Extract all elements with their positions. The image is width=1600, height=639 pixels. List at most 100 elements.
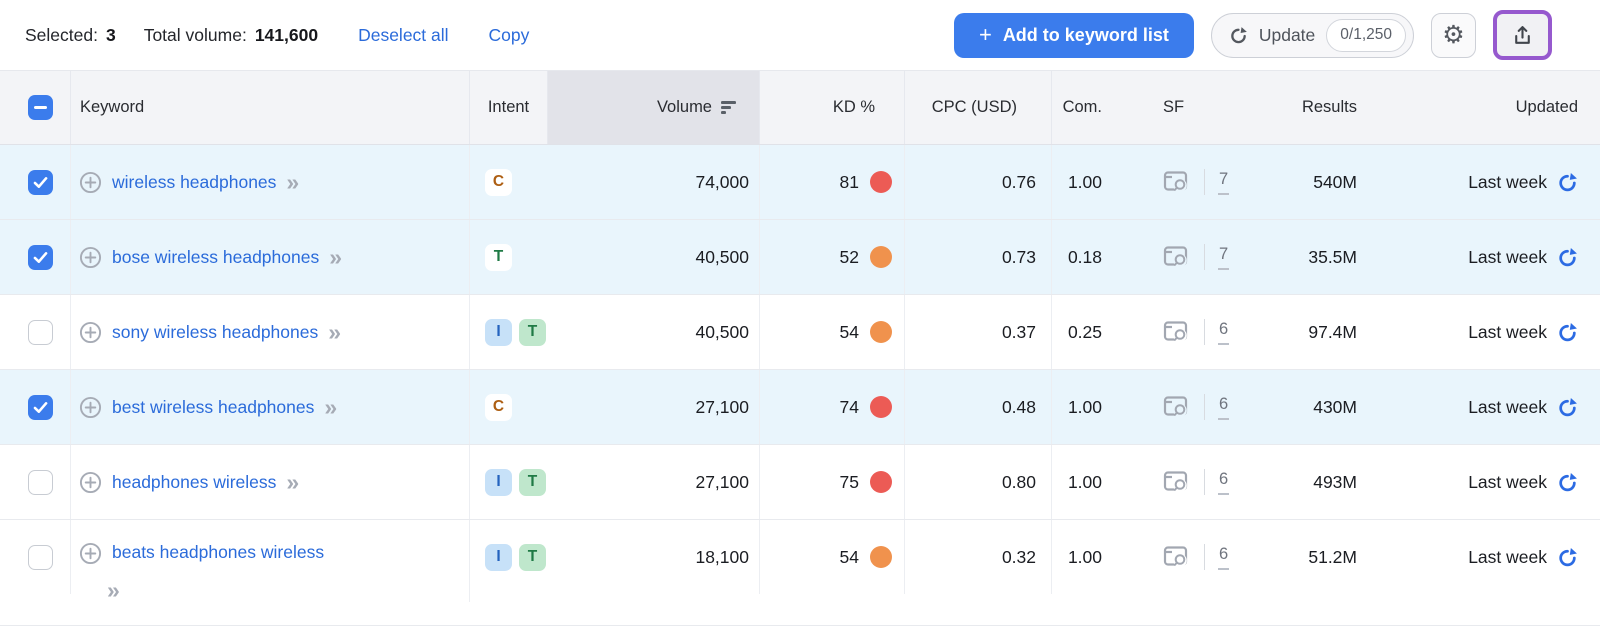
double-chevron-icon[interactable]: »	[329, 245, 342, 269]
row-checkbox[interactable]	[28, 169, 53, 195]
intent-badge-t: T	[519, 543, 546, 571]
com-cell: 1.00	[1067, 471, 1102, 492]
kd-value: 54	[839, 546, 859, 567]
keyword-link[interactable]: wireless headphones	[112, 172, 276, 193]
sf-count[interactable]: 7	[1218, 170, 1230, 195]
add-keyword-plus-circle-icon[interactable]	[79, 321, 102, 344]
kd-level-dot	[870, 171, 892, 193]
cpc-cell: 0.73	[905, 220, 1052, 294]
divider	[1204, 319, 1205, 345]
com-cell: 1.00	[1067, 396, 1102, 417]
updated-value: Last week	[1468, 546, 1547, 567]
row-refresh-button[interactable]	[1557, 247, 1578, 268]
sf-count[interactable]: 6	[1218, 470, 1230, 495]
keyword-link[interactable]: beats headphones wireless	[112, 542, 324, 563]
column-header-kd[interactable]: KD %	[760, 71, 905, 144]
add-keyword-plus-circle-icon[interactable]	[79, 542, 102, 565]
keyword-link[interactable]: headphones wireless	[112, 472, 276, 493]
row-checkbox[interactable]	[28, 244, 53, 270]
deselect-all-link[interactable]: Deselect all	[358, 25, 448, 46]
refresh-icon	[1559, 547, 1577, 566]
keyword-table-page: Selected: 3 Total volume: 141,600 Desele…	[0, 0, 1600, 639]
export-button-highlighted[interactable]	[1493, 10, 1552, 60]
cpc-cell: 0.32	[905, 520, 1052, 594]
double-chevron-icon[interactable]: »	[324, 395, 337, 419]
total-volume-stat: Total volume: 141,600	[144, 25, 318, 46]
refresh-icon	[1559, 247, 1577, 266]
add-keyword-plus-circle-icon[interactable]	[79, 171, 102, 194]
refresh-icon	[1559, 172, 1577, 191]
update-label: Update	[1258, 24, 1316, 45]
double-chevron-icon[interactable]: »	[286, 170, 299, 194]
keyword-link[interactable]: best wireless headphones	[112, 397, 314, 418]
column-header-results[interactable]: Results	[1256, 71, 1365, 144]
keyword-link[interactable]: sony wireless headphones	[112, 322, 318, 343]
double-chevron-icon[interactable]: »	[328, 320, 341, 344]
cpc-cell: 0.76	[905, 145, 1052, 219]
column-header-intent[interactable]: Intent	[470, 71, 548, 144]
toolbar-stats: Selected: 3 Total volume: 141,600 Desele…	[25, 25, 529, 46]
add-keyword-plus-circle-icon[interactable]	[79, 396, 102, 419]
volume-cell: 18,100	[548, 520, 760, 594]
double-chevron-icon[interactable]: »	[286, 470, 299, 494]
intent-badge-c: C	[485, 168, 512, 196]
update-button[interactable]: Update 0/1,250	[1210, 12, 1414, 58]
table-row: sony wireless headphones » IT 40,500 54 …	[0, 295, 1600, 370]
toolbar-actions: + Add to keyword list Update 0/1,250 ⚙	[953, 10, 1552, 60]
updated-value: Last week	[1468, 246, 1547, 267]
column-header-updated[interactable]: Updated	[1365, 71, 1600, 144]
sf-count[interactable]: 6	[1218, 320, 1230, 345]
select-all-checkbox[interactable]	[28, 95, 53, 120]
serp-features-icon[interactable]	[1163, 395, 1190, 419]
volume-cell: 27,100	[548, 445, 760, 519]
row-refresh-button[interactable]	[1557, 547, 1578, 568]
column-header-volume[interactable]: Volume	[548, 71, 760, 144]
gear-icon: ⚙	[1442, 21, 1465, 49]
sf-count[interactable]: 6	[1218, 545, 1230, 570]
table-row: bose wireless headphones » T 40,500 52 0…	[0, 220, 1600, 295]
intent-badge-i: I	[485, 468, 512, 496]
row-refresh-button[interactable]	[1557, 322, 1578, 343]
double-chevron-icon[interactable]: »	[107, 579, 469, 602]
copy-link[interactable]: Copy	[489, 25, 530, 46]
settings-button[interactable]: ⚙	[1431, 12, 1476, 58]
divider	[1204, 394, 1205, 420]
intent-badge-i: I	[485, 543, 512, 571]
keyword-link[interactable]: bose wireless headphones	[112, 247, 319, 268]
add-keyword-plus-circle-icon[interactable]	[79, 471, 102, 494]
serp-features-icon[interactable]	[1163, 245, 1190, 269]
kd-value: 54	[839, 321, 859, 342]
sf-count[interactable]: 7	[1218, 245, 1230, 270]
com-cell: 1.00	[1067, 171, 1102, 192]
add-to-keyword-list-button[interactable]: + Add to keyword list	[953, 12, 1194, 58]
check-icon	[33, 251, 48, 263]
intent-cell: T	[470, 220, 548, 294]
row-refresh-button[interactable]	[1557, 472, 1578, 493]
kd-value: 75	[839, 471, 859, 492]
table-row: wireless headphones » C 74,000 81 0.76 1…	[0, 145, 1600, 220]
volume-cell: 40,500	[548, 295, 760, 369]
column-header-sf[interactable]: SF	[1130, 71, 1256, 144]
row-refresh-button[interactable]	[1557, 397, 1578, 418]
selected-label: Selected:	[25, 24, 98, 45]
serp-features-icon[interactable]	[1163, 170, 1190, 194]
kd-level-dot	[870, 546, 892, 568]
column-header-keyword[interactable]: Keyword	[71, 71, 470, 144]
row-checkbox[interactable]	[28, 469, 53, 495]
sf-count[interactable]: 6	[1218, 395, 1230, 420]
row-refresh-button[interactable]	[1557, 172, 1578, 193]
cpc-cell: 0.37	[905, 295, 1052, 369]
serp-features-icon[interactable]	[1163, 470, 1190, 494]
serp-features-icon[interactable]	[1163, 320, 1190, 344]
results-cell: 51.2M	[1308, 546, 1357, 567]
column-header-cpc[interactable]: CPC (USD)	[905, 71, 1052, 144]
row-checkbox[interactable]	[28, 394, 53, 420]
results-cell: 493M	[1313, 471, 1357, 492]
row-checkbox[interactable]	[28, 544, 53, 570]
column-header-com[interactable]: Com.	[1052, 71, 1130, 144]
kd-level-dot	[870, 396, 892, 418]
row-checkbox[interactable]	[28, 319, 53, 345]
intent-badge-i: I	[485, 318, 512, 346]
add-keyword-plus-circle-icon[interactable]	[79, 246, 102, 269]
serp-features-icon[interactable]	[1163, 545, 1190, 569]
